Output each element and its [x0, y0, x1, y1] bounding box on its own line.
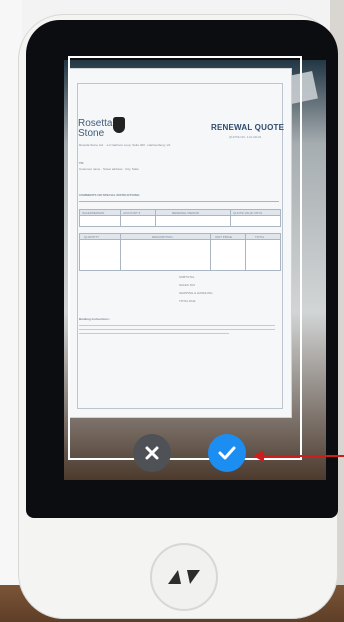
annotation-arrow-head — [253, 450, 264, 462]
annotation-arrow-line — [262, 455, 344, 457]
crop-frame[interactable] — [68, 56, 302, 460]
confirm-button[interactable] — [208, 434, 246, 472]
translate-arrows-icon — [168, 570, 200, 584]
cancel-button[interactable] — [133, 434, 171, 472]
home-button[interactable] — [150, 543, 218, 611]
check-icon — [218, 446, 236, 460]
close-icon — [145, 446, 159, 460]
